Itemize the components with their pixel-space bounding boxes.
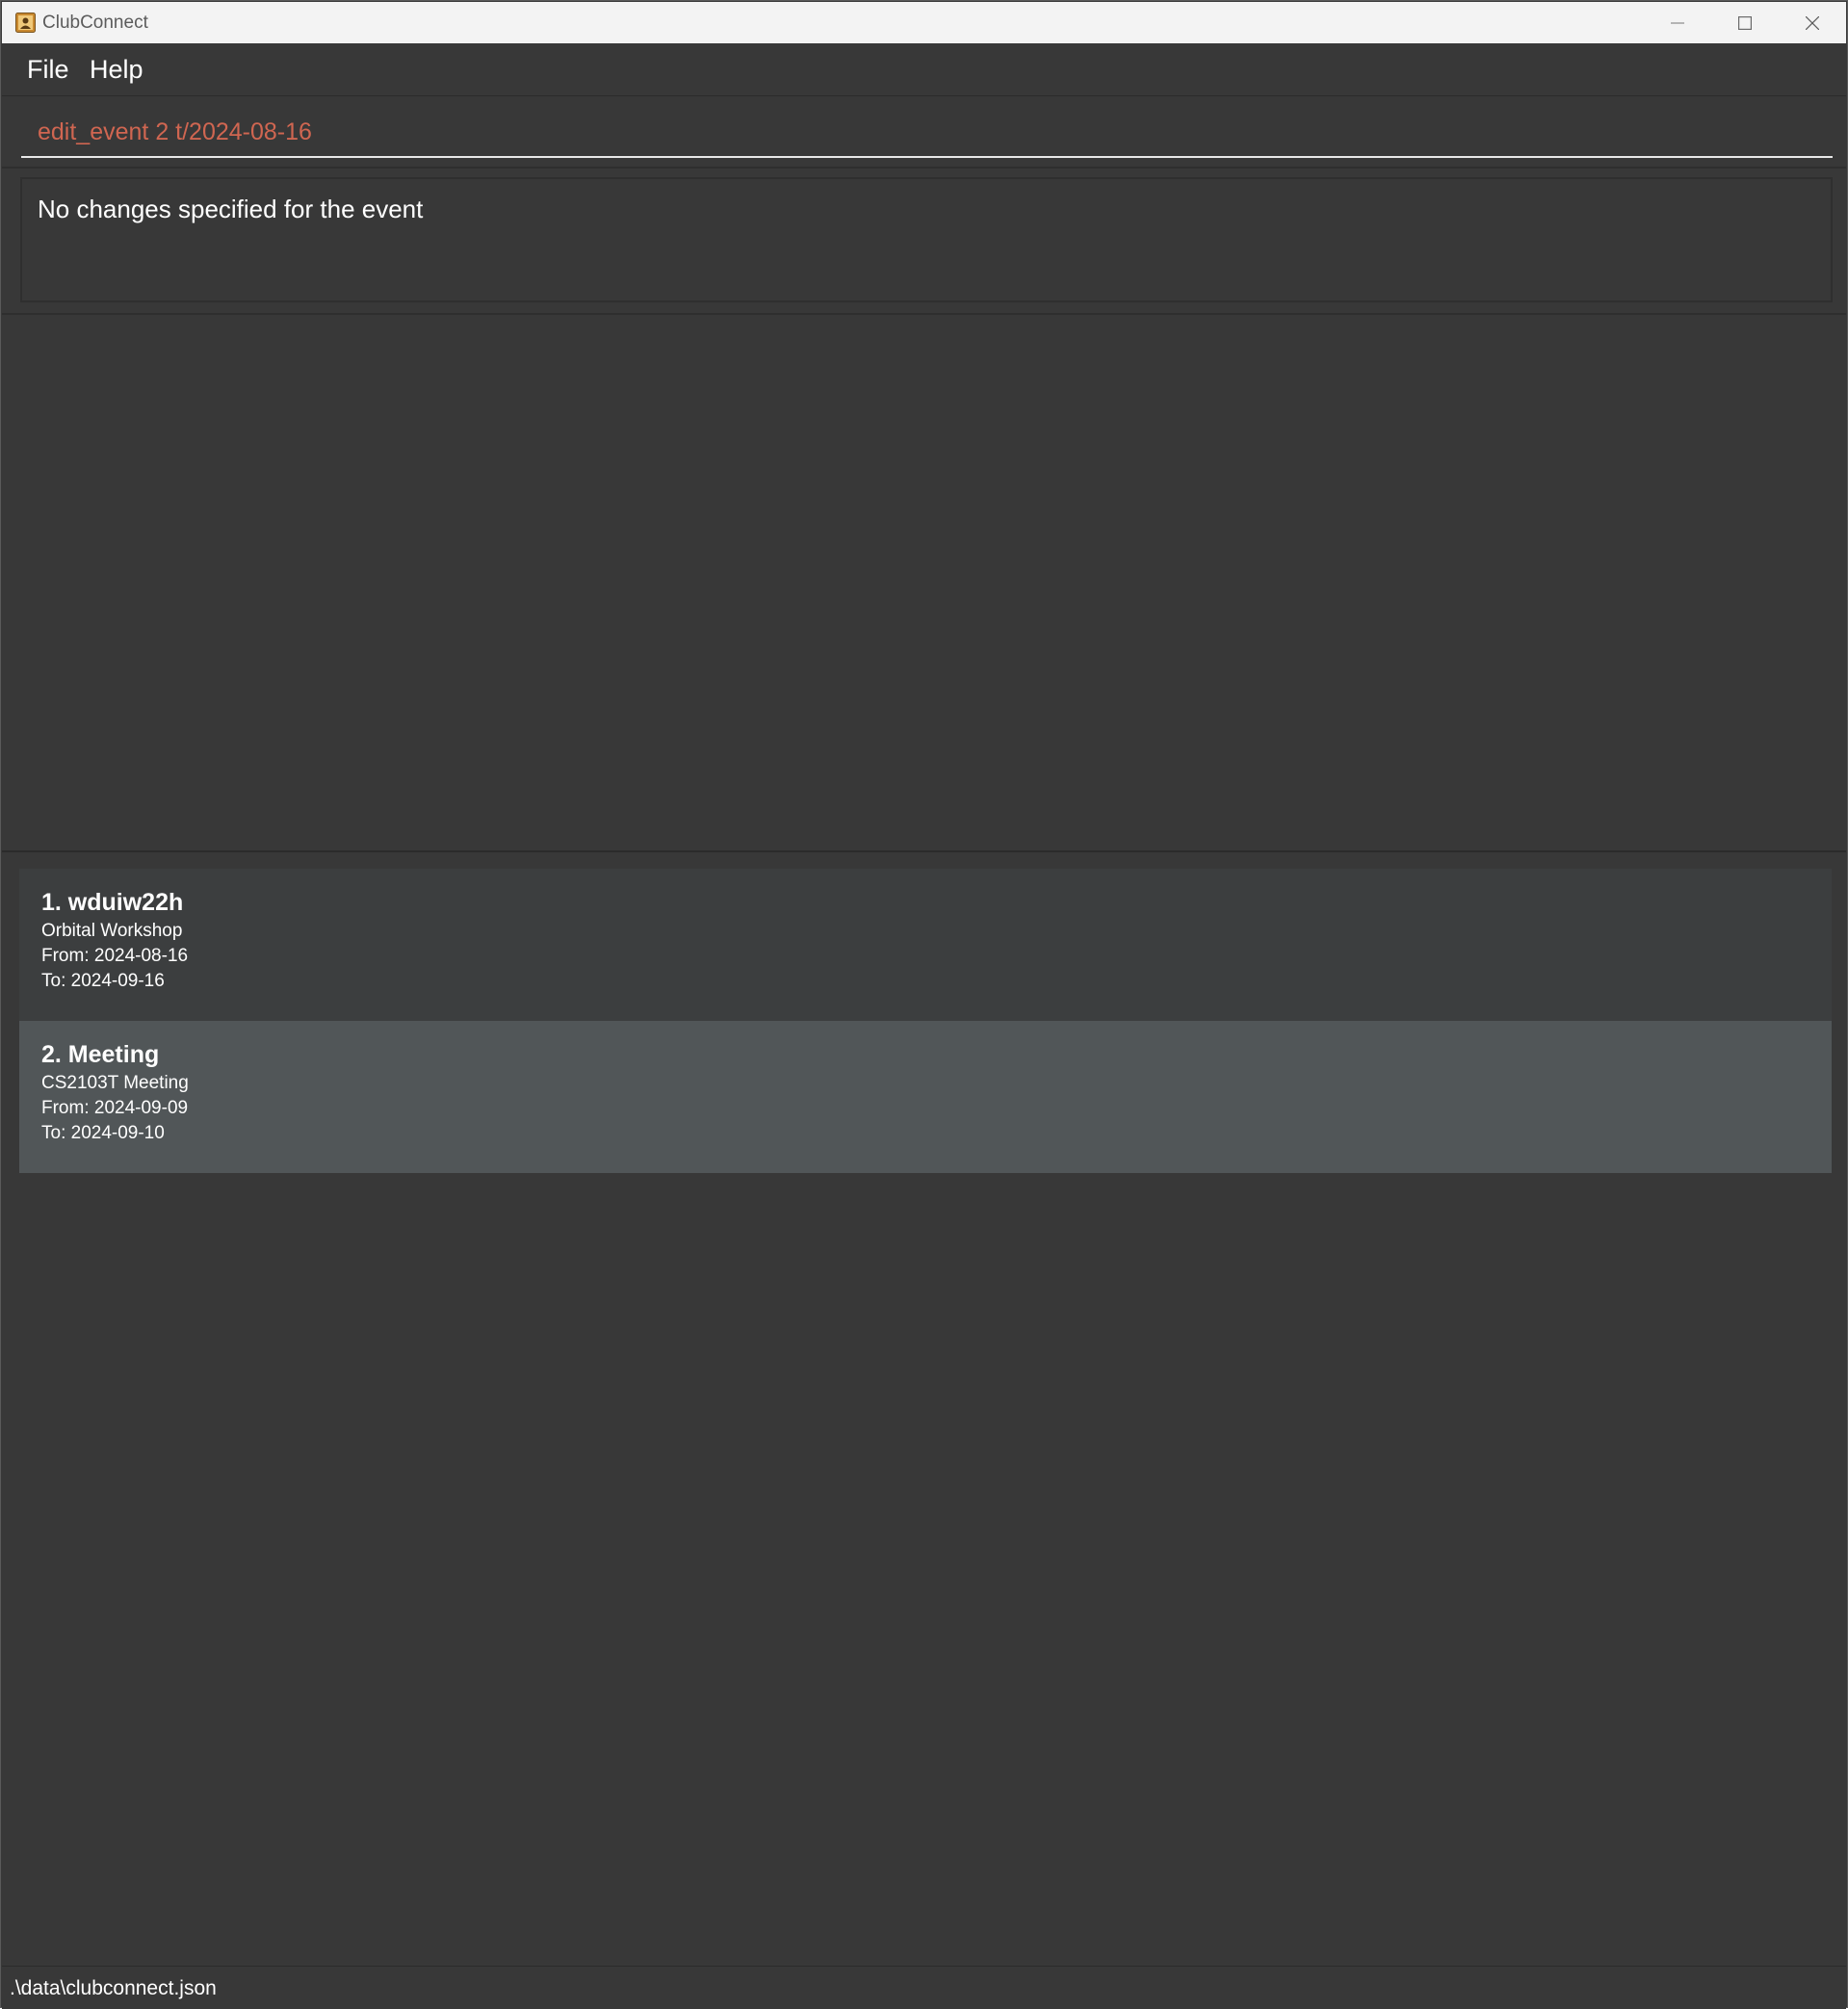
maximize-button[interactable]	[1711, 2, 1779, 43]
maximize-icon	[1738, 16, 1752, 30]
app-window: ClubConnect File Help edit_event 2 t/202…	[0, 0, 1848, 2009]
minimize-button[interactable]	[1644, 2, 1711, 43]
save-file-path: .\data\clubconnect.json	[10, 1977, 217, 1999]
event-card-selected[interactable]: 2. Meeting CS2103T Meeting From: 2024-09…	[19, 1021, 1832, 1173]
menu-bar: File Help	[2, 44, 1846, 96]
event-from-date: From: 2024-08-16	[41, 946, 189, 966]
result-display-panel: No changes specified for the event	[2, 169, 1846, 315]
command-box-panel: edit_event 2 t/2024-08-16	[2, 96, 1846, 169]
event-to-date: To: 2024-09-10	[41, 1123, 165, 1143]
event-list[interactable]: 1. wduiw22h Orbital Workshop From: 2024-…	[2, 852, 1846, 1965]
close-button[interactable]	[1779, 2, 1846, 43]
event-description: CS2103T Meeting	[41, 1073, 189, 1093]
event-heading: 2. Meeting	[41, 1041, 160, 1068]
menu-help[interactable]: Help	[90, 54, 143, 85]
minimize-icon	[1671, 22, 1684, 24]
menu-file[interactable]: File	[27, 54, 69, 85]
event-from-date: From: 2024-09-09	[41, 1098, 189, 1118]
event-description: Orbital Workshop	[41, 921, 183, 941]
status-bar: .\data\clubconnect.json	[2, 1966, 1846, 2009]
result-message[interactable]: No changes specified for the event	[20, 177, 1833, 302]
event-to-date: To: 2024-09-16	[41, 971, 165, 991]
command-input[interactable]: edit_event 2 t/2024-08-16	[21, 108, 1833, 158]
window-title: ClubConnect	[42, 13, 148, 33]
contact-book-icon	[15, 13, 36, 33]
event-card[interactable]: 1. wduiw22h Orbital Workshop From: 2024-…	[19, 869, 1832, 1021]
title-bar[interactable]: ClubConnect	[2, 2, 1846, 43]
event-heading: 1. wduiw22h	[41, 889, 184, 916]
empty-panel	[2, 315, 1846, 852]
close-icon	[1806, 16, 1819, 30]
